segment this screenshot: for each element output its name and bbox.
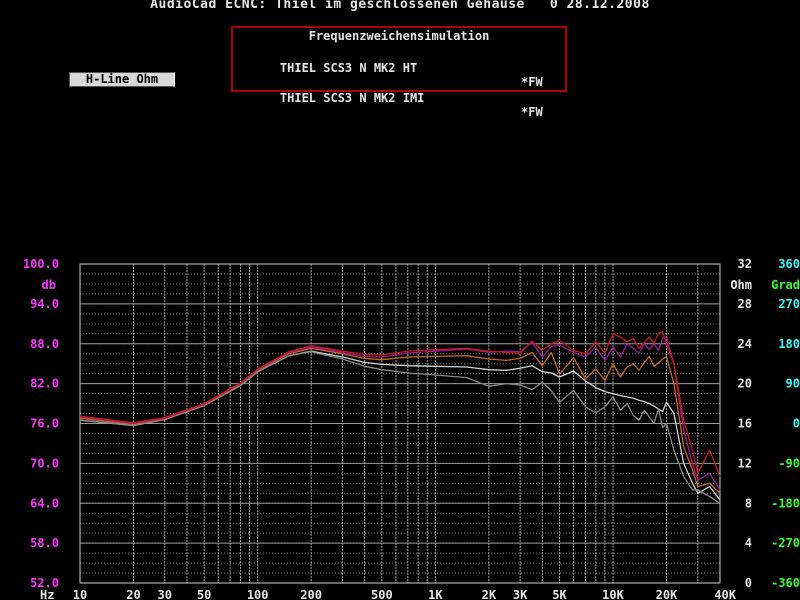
x-tick-label: 10 xyxy=(73,588,87,600)
ohm-tick-label: 12 xyxy=(738,456,752,470)
ohm-axis-label: Ohm xyxy=(730,278,752,292)
x-tick-label: 2K xyxy=(482,588,497,600)
response-curve xyxy=(79,351,721,504)
db-tick-label: 76.0 xyxy=(30,417,59,431)
grad-tick-label: 270 xyxy=(778,297,800,311)
x-tick-label: 3K xyxy=(513,588,528,600)
db-axis-label: db xyxy=(42,278,56,292)
ohm-tick-label: 20 xyxy=(738,377,752,391)
response-curve xyxy=(79,347,721,494)
x-tick-label: 20 xyxy=(126,588,140,600)
grad-tick-label: -90 xyxy=(778,456,800,470)
grad-tick-label: -270 xyxy=(771,536,800,550)
grad-tick-label: 360 xyxy=(778,257,800,271)
ohm-tick-label: 32 xyxy=(738,257,752,271)
x-tick-label: 1K xyxy=(428,588,443,600)
ohm-tick-label: 4 xyxy=(745,536,752,550)
grad-tick-label: 180 xyxy=(778,337,800,351)
grad-axis-label: Grad xyxy=(771,278,800,292)
db-tick-label: 94.0 xyxy=(30,297,59,311)
db-tick-label: 100.0 xyxy=(23,257,59,271)
grad-tick-label: 0 xyxy=(793,417,800,431)
ohm-tick-label: 28 xyxy=(738,297,752,311)
ohm-tick-label: 24 xyxy=(738,337,752,351)
frequency-response-chart: 52.058.064.070.076.082.088.094.0100.0db0… xyxy=(23,257,800,600)
x-tick-label: 5K xyxy=(552,588,567,600)
db-tick-label: 58.0 xyxy=(30,536,59,550)
x-tick-label: 50 xyxy=(197,588,211,600)
x-tick-label: 30 xyxy=(158,588,172,600)
x-tick-label: 100 xyxy=(247,588,269,600)
x-tick-label: 10K xyxy=(602,588,624,600)
db-tick-label: 82.0 xyxy=(30,377,59,391)
x-tick-label: 40K xyxy=(714,588,736,600)
grad-tick-label: -360 xyxy=(771,576,800,590)
db-tick-label: 88.0 xyxy=(30,337,59,351)
x-tick-label: 20K xyxy=(656,588,678,600)
chart-grid xyxy=(79,263,721,584)
x-unit-label: Hz xyxy=(40,588,54,600)
x-tick-label: 200 xyxy=(300,588,322,600)
grad-tick-label: 90 xyxy=(786,377,800,391)
ohm-tick-label: 16 xyxy=(738,417,752,431)
grad-tick-label: -180 xyxy=(771,496,800,510)
chart-series xyxy=(79,331,721,504)
db-tick-label: 70.0 xyxy=(30,456,59,470)
ohm-tick-label: 0 xyxy=(745,576,752,590)
x-tick-label: 500 xyxy=(371,588,393,600)
ohm-tick-label: 8 xyxy=(745,496,752,510)
db-tick-label: 64.0 xyxy=(30,496,59,510)
